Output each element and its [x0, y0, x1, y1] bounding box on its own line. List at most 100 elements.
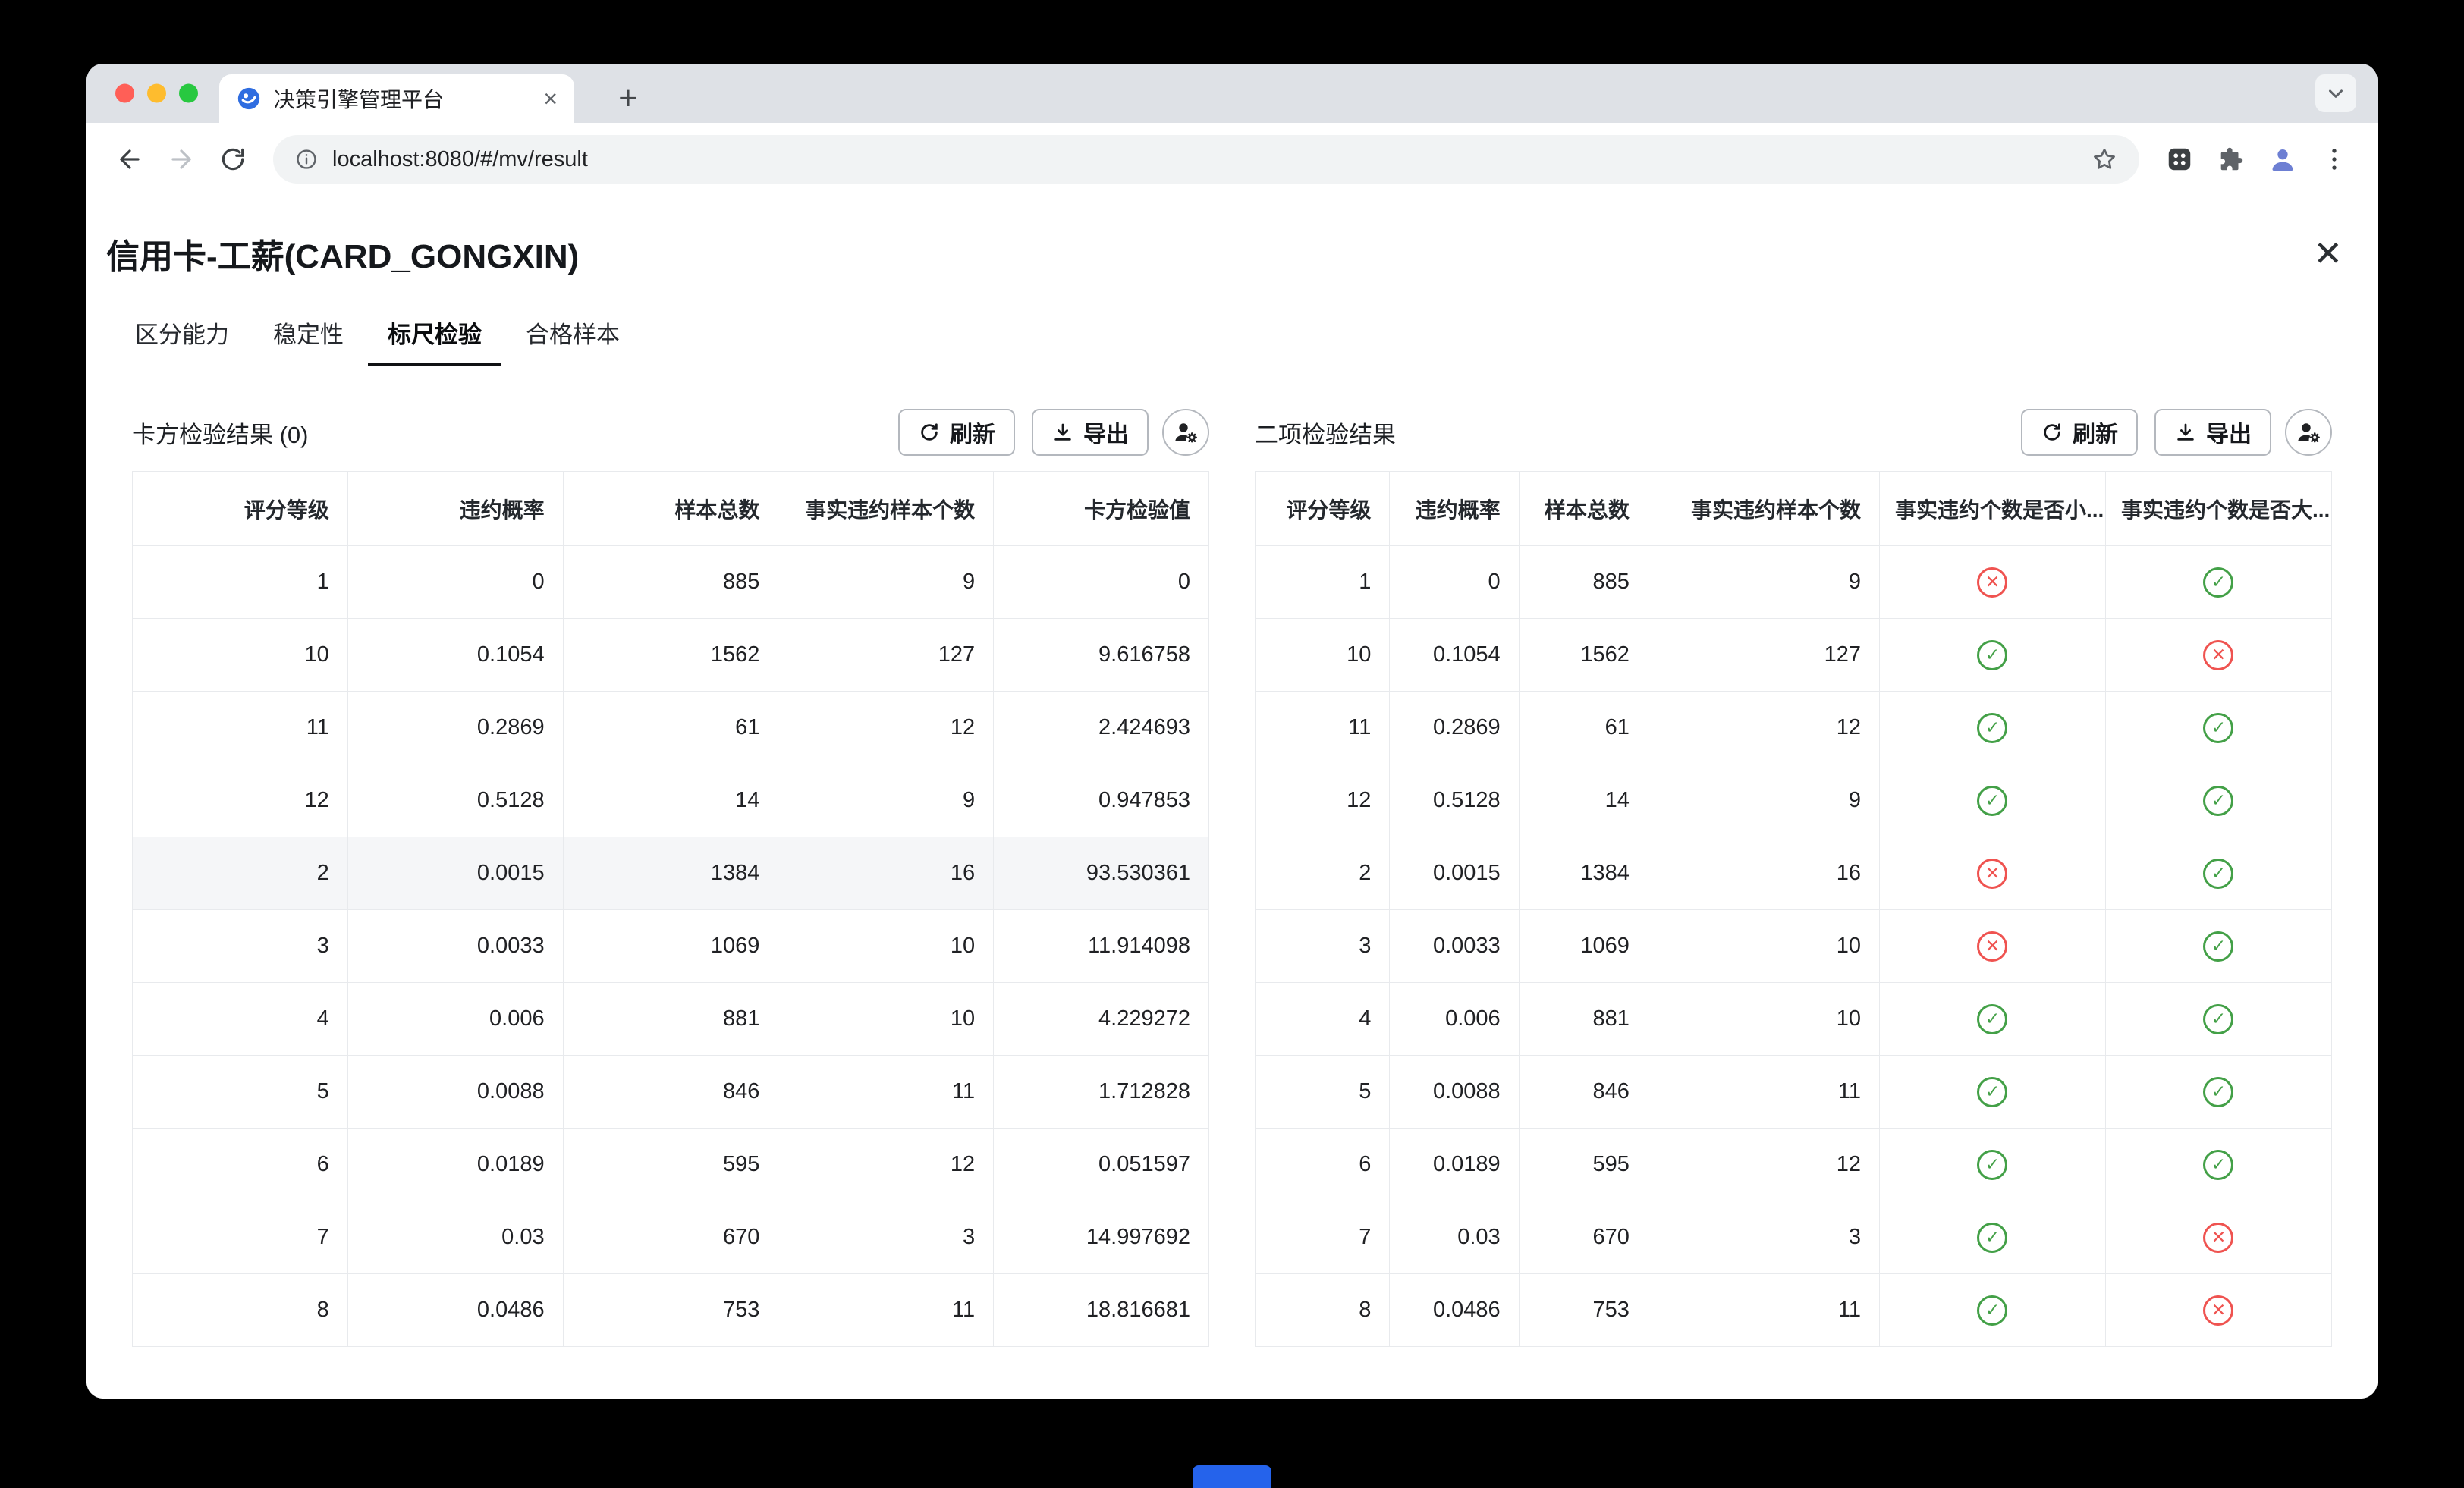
table-cell: 8	[133, 1274, 348, 1347]
column-header: 事实违约样本个数	[1648, 472, 1879, 546]
table-row[interactable]: 70.03670314.997692	[133, 1201, 1209, 1274]
table-row[interactable]: 70.036703✓✕	[1256, 1201, 2332, 1274]
table-row[interactable]: 110.28696112✓✓	[1256, 692, 2332, 764]
status-cell: ✓	[1879, 1274, 2105, 1347]
table-row[interactable]: 40.00688110✓✓	[1256, 983, 2332, 1056]
column-header: 事实违约个数是否小...	[1879, 472, 2105, 546]
cross-circle-icon: ✕	[2203, 1295, 2233, 1326]
table-cell: 1069	[563, 910, 778, 983]
table-row[interactable]: 20.0015138416✕✓	[1256, 837, 2332, 910]
close-window-button[interactable]	[115, 84, 134, 103]
minimize-window-button[interactable]	[147, 84, 166, 103]
table-cell: 0.0088	[1390, 1056, 1519, 1129]
check-circle-icon: ✓	[1977, 640, 2007, 670]
refresh-button[interactable]: 刷新	[898, 409, 1015, 456]
column-settings-button[interactable]	[2285, 409, 2332, 456]
table-row[interactable]: 120.5128149✓✓	[1256, 764, 2332, 837]
refresh-icon	[918, 421, 941, 444]
table-row[interactable]: 60.018959512✓✓	[1256, 1129, 2332, 1201]
tab-稳定性[interactable]: 稳定性	[273, 315, 344, 366]
table-cell: 3	[1256, 910, 1390, 983]
table-cell: 16	[778, 837, 994, 910]
table-cell: 595	[563, 1129, 778, 1201]
status-cell: ✕	[1879, 546, 2105, 619]
table-row[interactable]: 20.001513841693.530361	[133, 837, 1209, 910]
table-row[interactable]: 60.0189595120.051597	[133, 1129, 1209, 1201]
results-table: 评分等级违约概率样本总数事实违约样本个数事实违约个数是否小...事实违约个数是否…	[1255, 471, 2332, 1347]
table-row[interactable]: 30.0033106910✕✓	[1256, 910, 2332, 983]
browser-tab[interactable]: 决策引擎管理平台 ×	[219, 74, 574, 123]
table-row[interactable]: 110.286961122.424693	[133, 692, 1209, 764]
table-row[interactable]: 100.10541562127✓✕	[1256, 619, 2332, 692]
status-cell: ✓	[2105, 837, 2331, 910]
bookmark-star-icon[interactable]	[2091, 146, 2118, 173]
table-row[interactable]: 1088590	[133, 546, 1209, 619]
table-cell: 1562	[563, 619, 778, 692]
status-cell: ✕	[2105, 619, 2331, 692]
zoom-window-button[interactable]	[179, 84, 198, 103]
table-cell: 0.006	[347, 983, 563, 1056]
table-cell: 5	[133, 1056, 348, 1129]
table-cell: 1	[133, 546, 348, 619]
table-row[interactable]: 80.048675311✓✕	[1256, 1274, 2332, 1347]
back-arrow-icon	[115, 145, 144, 174]
table-cell: 881	[1519, 983, 1648, 1056]
table-cell: 0.0189	[1390, 1129, 1519, 1201]
address-bar[interactable]: localhost:8080/#/mv/result	[273, 135, 2139, 184]
table-row[interactable]: 50.0088846111.712828	[133, 1056, 1209, 1129]
table-row[interactable]: 50.008884611✓✓	[1256, 1056, 2332, 1129]
tab-close-icon[interactable]: ×	[543, 86, 558, 111]
table-cell: 4	[1256, 983, 1390, 1056]
url-text[interactable]: localhost:8080/#/mv/result	[332, 147, 2077, 172]
page-header: 信用卡-工薪(CARD_GONGXIN) ✕	[86, 196, 2378, 278]
page-close-button[interactable]: ✕	[2313, 236, 2343, 271]
new-tab-button[interactable]: +	[610, 80, 646, 117]
table-row[interactable]: 30.003310691011.914098	[133, 910, 1209, 983]
column-header: 评分等级	[1256, 472, 1390, 546]
menu-kebab-icon[interactable]	[2311, 136, 2358, 183]
browser-toolbar: localhost:8080/#/mv/result	[86, 123, 2378, 196]
column-settings-button[interactable]	[1162, 409, 1209, 456]
refresh-button[interactable]: 刷新	[2021, 409, 2138, 456]
tab-标尺检验[interactable]: 标尺检验	[368, 315, 501, 366]
table-row[interactable]: 80.04867531118.816681	[133, 1274, 1209, 1347]
password-manager-icon[interactable]	[2156, 136, 2203, 183]
status-cell: ✓	[1879, 692, 2105, 764]
table-cell: 9.616758	[994, 619, 1209, 692]
table-cell: 10	[133, 619, 348, 692]
cross-circle-icon: ✕	[1977, 931, 2007, 962]
tab-合格样本[interactable]: 合格样本	[526, 315, 620, 366]
table-cell: 4.229272	[994, 983, 1209, 1056]
table-row[interactable]: 108859✕✓	[1256, 546, 2332, 619]
table-row[interactable]: 100.105415621279.616758	[133, 619, 1209, 692]
check-circle-icon: ✓	[2203, 1004, 2233, 1034]
site-favicon-icon	[236, 86, 262, 111]
tab-区分能力[interactable]: 区分能力	[135, 315, 229, 366]
column-header: 样本总数	[563, 472, 778, 546]
table-cell: 753	[563, 1274, 778, 1347]
status-cell: ✕	[2105, 1201, 2331, 1274]
extensions-puzzle-icon[interactable]	[2208, 136, 2255, 183]
table-cell: 16	[1648, 837, 1879, 910]
reload-button[interactable]	[209, 136, 256, 183]
table-cell: 9	[778, 764, 994, 837]
table-cell: 0.051597	[994, 1129, 1209, 1201]
cross-circle-icon: ✕	[1977, 859, 2007, 889]
site-info-icon[interactable]	[294, 147, 319, 171]
export-button[interactable]: 导出	[1032, 409, 1149, 456]
table-cell: 10	[778, 910, 994, 983]
table-cell: 18.816681	[994, 1274, 1209, 1347]
forward-arrow-icon	[167, 145, 196, 174]
table-cell: 61	[1519, 692, 1648, 764]
table-cell: 0.0015	[347, 837, 563, 910]
tab-search-button[interactable]	[2315, 74, 2356, 112]
back-button[interactable]	[106, 136, 153, 183]
check-circle-icon: ✓	[1977, 1077, 2007, 1107]
profile-avatar-icon[interactable]	[2259, 136, 2306, 183]
export-button[interactable]: 导出	[2154, 409, 2271, 456]
forward-button[interactable]	[158, 136, 205, 183]
table-cell: 11	[1256, 692, 1390, 764]
table-row[interactable]: 40.006881104.229272	[133, 983, 1209, 1056]
table-row[interactable]: 120.51281490.947853	[133, 764, 1209, 837]
table-cell: 1384	[1519, 837, 1648, 910]
